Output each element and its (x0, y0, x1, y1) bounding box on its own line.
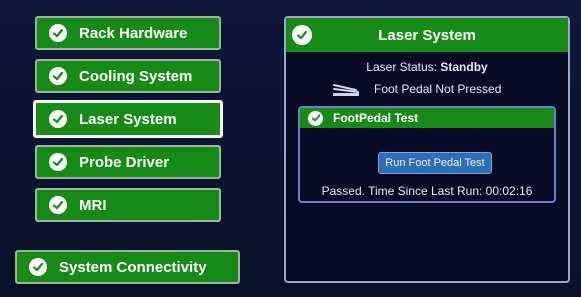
test-result-text: Passed. Time Since Last Run: 00:02:16 (321, 184, 533, 198)
pedal-status-text: Foot Pedal Not Pressed (374, 82, 502, 96)
laser-status-label: Laser Status: (366, 60, 438, 74)
check-circle-icon (49, 24, 67, 42)
nav-system-connectivity-button[interactable]: System Connectivity (15, 250, 240, 284)
laser-status-line: Laser Status: Standby (286, 60, 568, 74)
nav-cooling-system-button[interactable]: Cooling System (35, 59, 221, 93)
check-circle-icon (49, 67, 67, 85)
nav-probe-driver-button[interactable]: Probe Driver (35, 145, 221, 179)
footpedal-test-panel: FootPedal Test Run Foot Pedal Test Passe… (298, 106, 556, 203)
nav-probe-driver-label: Probe Driver (79, 153, 170, 171)
check-circle-icon (49, 153, 67, 171)
check-circle-icon (29, 258, 47, 276)
laser-system-panel: Laser System Laser Status: Standby Foot … (284, 16, 570, 283)
nav-mri-button[interactable]: MRI (35, 188, 221, 222)
run-foot-pedal-test-button[interactable]: Run Foot Pedal Test (378, 152, 492, 174)
laser-status-value: Standby (440, 60, 488, 74)
laser-system-screen: Rack Hardware Cooling System Laser Syste… (0, 0, 581, 297)
foot-pedal-icon (332, 81, 360, 97)
nav-laser-system-button[interactable]: Laser System (33, 100, 223, 138)
panel-title: Laser System (378, 26, 476, 44)
nav-laser-system-label: Laser System (79, 110, 177, 128)
pedal-status-row: Foot Pedal Not Pressed (332, 80, 562, 98)
nav-mri-label: MRI (79, 196, 107, 214)
nav-system-connectivity-label: System Connectivity (59, 258, 207, 276)
nav-rack-hardware-label: Rack Hardware (79, 24, 188, 42)
check-circle-icon (49, 110, 67, 128)
footpedal-test-title: FootPedal Test (333, 111, 419, 125)
nav-cooling-system-label: Cooling System (79, 67, 193, 85)
panel-header: Laser System (286, 18, 568, 52)
check-circle-icon (308, 110, 323, 126)
footpedal-test-header: FootPedal Test (300, 108, 554, 128)
nav-rack-hardware-button[interactable]: Rack Hardware (35, 16, 221, 50)
check-circle-icon (49, 196, 67, 214)
